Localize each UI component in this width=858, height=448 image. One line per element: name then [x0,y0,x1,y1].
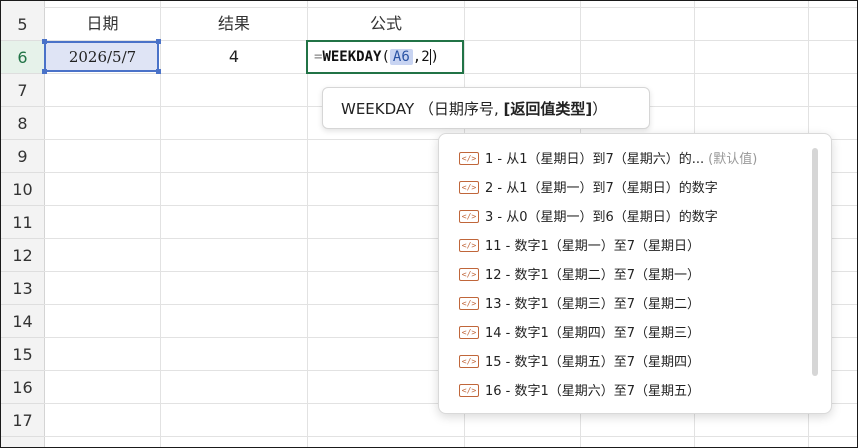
formula-open-paren: ( [381,49,390,65]
row-number-14[interactable]: 14 [1,305,44,338]
suggestion-item[interactable]: </> 1 - 从1（星期日）到7（星期六）的... (默认值) [459,145,757,174]
suggestion-label: 12 - 数字1（星期二）至7（星期一） [485,268,701,283]
suggestion-default-note: (默认值) [708,152,758,167]
formula-edit-cell[interactable]: =WEEKDAY(A6,2) [306,40,464,74]
argument-suggestion-list[interactable]: </> 1 - 从1（星期日）到7（星期六）的... (默认值) </> 2 - 从1… [438,133,832,414]
row-number-9[interactable]: 9 [1,140,44,173]
suggestion-item[interactable]: </> 14 - 数字1（星期四）至7（星期三） [459,319,700,348]
cell-header-date[interactable]: 日期 [45,8,160,40]
grid-line [44,436,857,437]
suggestion-item[interactable]: </> 2 - 从1（星期一）到7（星期日）的数字 [459,174,718,203]
formula-function-name: WEEKDAY [322,49,382,65]
suggestion-item[interactable]: </> 13 - 数字1（星期三）至7（星期二） [459,290,700,319]
code-icon: </> [459,326,479,339]
cell-header-formula[interactable]: 公式 [308,8,464,40]
row-number-16[interactable]: 16 [1,371,44,404]
suggestion-label: 2 - 从1（星期一）到7（星期日）的数字 [485,181,718,196]
tooltip-signature-end: ） [592,100,608,118]
suggestion-item[interactable]: </> 11 - 数字1（星期一）至7（星期日） [459,232,700,261]
code-icon: </> [459,297,479,310]
suggestion-item[interactable]: </> 3 - 从0（星期一）到6（星期日）的数字 [459,203,718,232]
row-number-13[interactable]: 13 [1,272,44,305]
row-number-17[interactable]: 17 [1,404,44,437]
cell-date-value[interactable]: 2026/5/7 [45,41,160,73]
code-icon: </> [459,268,479,281]
suggestion-label: 1 - 从1（星期日）到7（星期六）的... [485,152,705,167]
row-number-11[interactable]: 11 [1,206,44,239]
cell-result-value[interactable]: 4 [161,41,307,73]
row-number-12[interactable]: 12 [1,239,44,272]
suggestion-label: 3 - 从0（星期一）到6（星期日）的数字 [485,210,718,225]
suggestion-item[interactable]: </> 16 - 数字1（星期六）至7（星期五） [459,377,700,406]
row-number-10[interactable]: 10 [1,173,44,206]
tooltip-current-argument: [返回值类型] [503,100,593,118]
formula-close-paren: ) [430,49,440,65]
row-number-8[interactable]: 8 [1,107,44,140]
cell-header-result[interactable]: 结果 [161,8,307,40]
function-signature-tooltip: WEEKDAY （日期序号, [返回值类型]） [322,87,650,129]
dropdown-scrollbar[interactable] [812,148,818,376]
suggestion-label: 16 - 数字1（星期六）至7（星期五） [485,384,701,399]
code-icon: </> [459,355,479,368]
suggestion-label: 15 - 数字1（星期五）至7（星期四） [485,355,701,370]
suggestion-item[interactable]: </> 15 - 数字1（星期五）至7（星期四） [459,348,700,377]
row-number-7[interactable]: 7 [1,74,44,107]
row-number-6[interactable]: 6 [1,41,44,74]
formula-separator: , [412,49,422,65]
suggestion-item[interactable]: </> 12 - 数字1（星期二）至7（星期一） [459,261,700,290]
code-icon: </> [459,239,479,252]
suggestion-label: 11 - 数字1（星期一）至7（星期日） [485,239,701,254]
row-header-gutter: 5 6 7 8 9 10 11 12 13 14 15 16 17 [1,1,45,447]
spreadsheet-window: 5 6 7 8 9 10 11 12 13 14 15 16 17 日期 结果 … [0,0,858,448]
code-icon: </> [459,210,479,223]
suggestion-label: 13 - 数字1（星期三）至7（星期二） [485,297,701,312]
suggestion-label: 14 - 数字1（星期四）至7（星期三） [485,326,701,341]
row-number-15[interactable]: 15 [1,338,44,371]
code-icon: </> [459,152,479,165]
formula-argument: 2 [421,49,430,65]
formula-cell-reference[interactable]: A6 [389,49,413,65]
row-number-5[interactable]: 5 [1,8,44,41]
code-icon: </> [459,384,479,397]
tooltip-signature: WEEKDAY （日期序号, [341,100,504,118]
code-icon: </> [459,181,479,194]
